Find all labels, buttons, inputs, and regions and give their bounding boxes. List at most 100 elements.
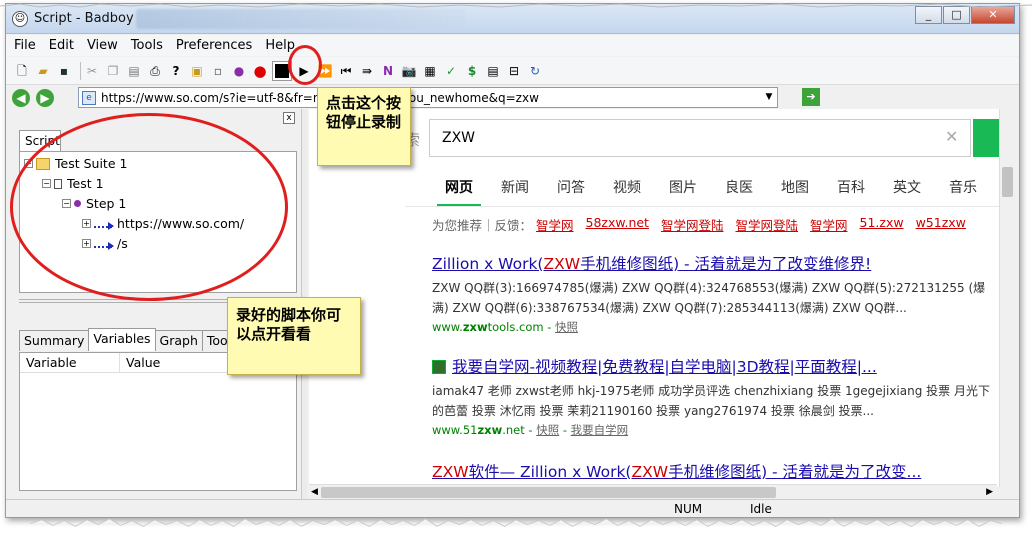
menu-view[interactable]: View [87, 38, 118, 53]
search-result: ZXW软件— Zillion x Work(ZXW手机维修图纸) - 活着就是为… [432, 460, 921, 482]
recommend-link[interactable]: 51.zxw [860, 215, 904, 234]
new-icon[interactable]: 🗋 [14, 63, 30, 79]
tab-baike[interactable]: 百科 [837, 177, 865, 197]
rewind-icon[interactable]: ⏮ [338, 63, 354, 79]
cache-link[interactable]: 快照 [536, 423, 559, 437]
tab-script[interactable]: Script [19, 130, 61, 151]
collapse-icon[interactable]: − [24, 159, 33, 168]
play-all-icon[interactable]: ⏩ [317, 63, 333, 79]
add-step-icon[interactable]: ● [231, 63, 247, 79]
tree-node-step[interactable]: − Step 1 [62, 196, 126, 211]
scroll-left-icon[interactable]: ◀ [311, 487, 318, 497]
expand-icon[interactable]: + [82, 239, 91, 248]
close-pane-icon[interactable]: x [283, 112, 295, 124]
stop-recording-callout: 点击这个按钮停止录制 [317, 87, 411, 166]
menu-file[interactable]: File [14, 38, 36, 53]
tab-variables[interactable]: Variables [88, 328, 156, 351]
tab-english[interactable]: 英文 [893, 177, 921, 197]
close-button[interactable]: ✕ [971, 6, 1015, 24]
tree-node-request[interactable]: + /s [82, 236, 128, 251]
cache-link[interactable]: 快照 [555, 320, 578, 334]
back-arrow-icon[interactable]: ◀ [12, 89, 30, 107]
result-title-link[interactable]: ZXW软件— Zillion x Work(ZXW手机维修图纸) - 活着就是为… [432, 460, 921, 482]
url-dropdown-icon[interactable]: ▼ [762, 89, 776, 106]
tree-node-suite[interactable]: − Test Suite 1 [24, 156, 127, 171]
search-input[interactable] [429, 119, 971, 157]
tab-summary[interactable]: Summary [19, 330, 90, 351]
menu-help[interactable]: Help [265, 38, 295, 53]
column-variable[interactable]: Variable [20, 353, 120, 372]
url-input[interactable] [78, 87, 778, 108]
menu-tools[interactable]: Tools [131, 38, 163, 53]
tab-news[interactable]: 新闻 [501, 177, 529, 197]
help-icon[interactable]: ? [168, 63, 184, 79]
tab-health[interactable]: 良医 [725, 177, 753, 197]
recommend-label: 为您推荐｜反馈： [432, 218, 533, 233]
record-icon[interactable]: ● [252, 63, 268, 79]
open-folder-icon[interactable]: ▰ [35, 63, 51, 79]
minimize-button[interactable]: _ [915, 6, 942, 24]
recommend-link[interactable]: w51zxw [916, 215, 966, 234]
stop-recording-button[interactable] [272, 60, 292, 81]
recommend-link[interactable]: 智学网 [536, 215, 574, 234]
menu-edit[interactable]: Edit [49, 38, 74, 53]
clear-icon[interactable]: ✕ [945, 127, 958, 146]
scroll-thumb[interactable] [321, 487, 776, 498]
result-title-link[interactable]: Zillion x Work(ZXW手机维修图纸) - 活着就是为了改变维修界! [432, 252, 992, 274]
step-icon [74, 200, 81, 207]
play-icon[interactable]: ▶ [296, 63, 312, 79]
print-icon[interactable]: ⎙ [147, 63, 163, 79]
tree-node-request[interactable]: + https://www.so.com/ [82, 216, 244, 231]
tree-node-test[interactable]: − Test 1 [42, 176, 104, 191]
recommend-link[interactable]: 58zxw.net [586, 215, 649, 234]
toolbar-separator [80, 61, 81, 80]
related-link[interactable]: 我要自学网 [571, 423, 629, 437]
paste-icon[interactable]: ▤ [126, 63, 142, 79]
tab-qa[interactable]: 问答 [557, 177, 585, 197]
menu-preferences[interactable]: Preferences [176, 38, 252, 53]
add-test-icon[interactable]: ▫ [210, 63, 226, 79]
tab-images[interactable]: 图片 [669, 177, 697, 197]
menu-bar: File Edit View Tools Preferences Help [6, 35, 1019, 56]
copy-icon[interactable]: ❐ [105, 63, 121, 79]
tab-video[interactable]: 视频 [613, 177, 641, 197]
recommend-link[interactable]: 智学网 [810, 215, 848, 234]
horizontal-scrollbar[interactable]: ◀ ▶ [309, 484, 997, 500]
recommend-link[interactable]: 智学网登陆 [661, 215, 724, 234]
tab-music[interactable]: 音乐 [949, 177, 977, 197]
table-icon[interactable]: ▤ [485, 63, 501, 79]
blurred-background-tabs [136, 9, 466, 29]
form-icon[interactable]: ▦ [422, 63, 438, 79]
window-controls: _ □ ✕ [914, 6, 1015, 24]
step-forward-icon[interactable]: ⇛ [359, 63, 375, 79]
test-icon [54, 178, 62, 189]
scroll-thumb[interactable] [1002, 167, 1013, 197]
save-icon[interactable]: ▪ [56, 63, 72, 79]
add-suite-icon[interactable]: ▣ [189, 63, 205, 79]
collapse-icon[interactable]: − [42, 179, 51, 188]
scroll-right-icon[interactable]: ▶ [986, 487, 993, 497]
variable-dollar-icon[interactable]: $ [464, 63, 480, 79]
tab-web[interactable]: 网页 [437, 177, 481, 206]
extract-icon[interactable]: ⊟ [506, 63, 522, 79]
browser-view: 索 ✕ 网页 新闻 问答 视频 图片 良医 地图 百科 英文 音乐 为您推荐｜反… [309, 109, 1009, 487]
status-idle: Idle [750, 502, 772, 516]
assertion-check-icon[interactable]: ✓ [443, 63, 459, 79]
navigation-icon[interactable]: N [380, 63, 396, 79]
search-result: Zillion x Work(ZXW手机维修图纸) - 活着就是为了改变维修界!… [432, 252, 992, 335]
maximize-button[interactable]: □ [943, 6, 970, 24]
tab-map[interactable]: 地图 [781, 177, 809, 197]
recommend-link[interactable]: 智学网登陆 [735, 215, 798, 234]
refresh-icon[interactable]: ↻ [527, 63, 543, 79]
search-nav-tabs: 网页 新闻 问答 视频 图片 良医 地图 百科 英文 音乐 [437, 177, 1005, 206]
collapse-icon[interactable]: − [62, 199, 71, 208]
result-title-link[interactable]: 我要自学网-视频教程|免费教程|自学电脑|3D教程|平面教程|... [432, 355, 992, 377]
vertical-scrollbar[interactable] [999, 109, 1014, 487]
screenshot-icon[interactable]: 📷 [401, 63, 417, 79]
tab-graph[interactable]: Graph [154, 330, 203, 351]
forward-arrow-icon[interactable]: ▶ [36, 89, 54, 107]
cut-icon[interactable]: ✂ [84, 63, 100, 79]
expand-icon[interactable]: + [82, 219, 91, 228]
go-arrow-icon[interactable]: ➔ [802, 88, 820, 106]
request-arrow-icon [94, 240, 114, 250]
